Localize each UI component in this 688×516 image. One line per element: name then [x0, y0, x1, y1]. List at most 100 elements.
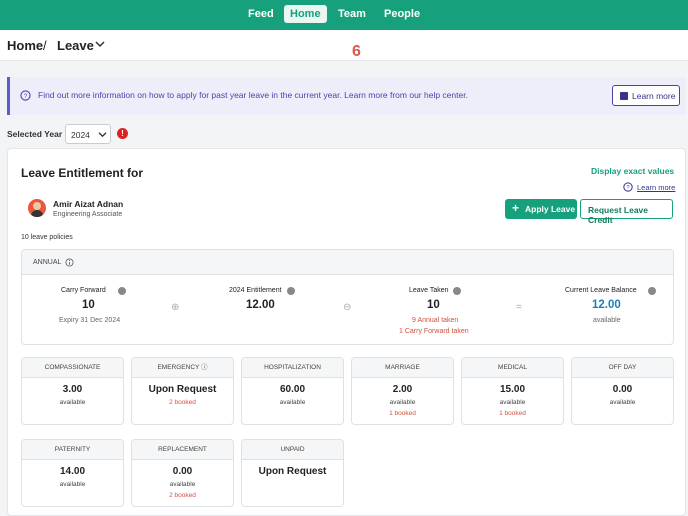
selected-year-label: Selected Year: [7, 129, 63, 139]
leave-card-booked: 2 booked: [169, 399, 196, 406]
apply-leave-button[interactable]: + Apply Leave: [505, 199, 577, 219]
year-select[interactable]: 2024: [65, 124, 111, 144]
request-leave-credit-button[interactable]: Request Leave Credit: [580, 199, 673, 225]
nav-item-home[interactable]: Home: [284, 5, 327, 23]
leave-card-available: available: [279, 399, 306, 406]
policy-count: 10 leave policies: [21, 234, 73, 241]
year-value: 2024: [71, 130, 90, 140]
leave-card-title: MARRIAGE: [352, 358, 453, 378]
info-icon[interactable]: [65, 258, 74, 267]
breadcrumb-home[interactable]: Home: [7, 38, 43, 53]
leave-card-value: 0.00: [172, 466, 193, 477]
leave-card-value: 60.00: [279, 384, 306, 395]
leave-card-compassionate[interactable]: COMPASSIONATE 3.00 available: [21, 357, 124, 425]
leave-card-value: 3.00: [62, 384, 83, 395]
leave-card-paternity[interactable]: PATERNITY 14.00 available: [21, 439, 124, 507]
leave-card-value: Upon Request: [148, 384, 217, 395]
help-circle-icon: ?: [20, 90, 31, 101]
leave-card-unpaid[interactable]: UNPAID Upon Request: [241, 439, 344, 507]
leave-card-value: 14.00: [59, 466, 86, 477]
book-icon: [620, 92, 628, 100]
nav-item-people[interactable]: People: [378, 5, 426, 23]
leave-card-available: available: [499, 399, 526, 406]
info-icon[interactable]: [287, 287, 295, 295]
carry-forward-taken-text: 1 Carry Forward taken: [399, 328, 469, 335]
nav-item-feed[interactable]: Feed: [242, 5, 280, 23]
entitlement-label: 2024 Entitlement: [229, 287, 282, 294]
info-icon[interactable]: [453, 287, 461, 295]
carry-forward-expiry: Expiry 31 Dec 2024: [59, 317, 121, 324]
breadcrumb-separator: /: [43, 38, 47, 53]
leave-taken-label: Leave Taken: [409, 287, 449, 294]
card-title: Leave Entitlement for: [21, 166, 144, 180]
leave-card-booked: 1 booked: [499, 410, 526, 417]
avatar: [28, 199, 46, 217]
leave-card-title: REPLACEMENT: [132, 440, 233, 460]
plus-icon: +: [512, 201, 520, 215]
employee-role: Engineering Associate: [53, 211, 123, 218]
carry-forward-label: Carry Forward: [61, 287, 106, 294]
leave-card-value: 2.00: [392, 384, 413, 395]
annual-leave-panel: ANNUAL Carry Forward 10 Expiry 31 Dec 20…: [21, 249, 674, 345]
leave-card-title: COMPASSIONATE: [22, 358, 123, 378]
current-balance-available: available: [593, 317, 621, 324]
info-icon[interactable]: [118, 287, 126, 295]
leave-card-value: Upon Request: [258, 466, 327, 477]
minus-operator-icon: ⊖: [343, 302, 352, 313]
leave-card-available: available: [609, 399, 636, 406]
leave-taken-value: 10: [427, 299, 440, 311]
nav-item-team[interactable]: Team: [332, 5, 372, 23]
leave-card-marriage[interactable]: MARRIAGE 2.00 available 1 booked: [351, 357, 454, 425]
leave-card-hospitalization[interactable]: HOSPITALIZATION 60.00 available: [241, 357, 344, 425]
leave-card-title: PATERNITY: [22, 440, 123, 460]
info-icon[interactable]: [648, 287, 656, 295]
leave-card-booked: 2 booked: [169, 492, 196, 499]
leave-card-available: available: [59, 399, 86, 406]
learn-more-label: Learn more: [632, 91, 676, 101]
learn-more-link[interactable]: Learn more: [637, 183, 675, 192]
learn-more-button[interactable]: Learn more: [612, 85, 680, 106]
leave-card-available: available: [169, 481, 196, 488]
leave-card-available: available: [389, 399, 416, 406]
info-banner: ? Find out more information on how to ap…: [7, 77, 686, 115]
leave-card-medical[interactable]: MEDICAL 15.00 available 1 booked: [461, 357, 564, 425]
svg-text:?: ?: [626, 185, 630, 191]
warning-icon: !: [117, 128, 128, 139]
leave-card-booked: 1 booked: [389, 410, 416, 417]
equals-operator-icon: =: [516, 302, 522, 313]
info-icon: ⓘ: [201, 364, 208, 371]
apply-leave-label: Apply Leave: [525, 204, 576, 214]
breadcrumb-current: Leave: [57, 38, 94, 53]
chevron-down-icon: [98, 132, 107, 138]
leave-card-title: UNPAID: [242, 440, 343, 460]
annual-title: ANNUAL: [33, 259, 62, 266]
leave-card-off-day[interactable]: OFF DAY 0.00 available: [571, 357, 674, 425]
leave-entitlement-card: Leave Entitlement for Display exact valu…: [7, 148, 686, 516]
leave-card-title: HOSPITALIZATION: [242, 358, 343, 378]
leave-card-title: EMERGENCY ⓘ: [132, 358, 233, 378]
leave-card-title-text: EMERGENCY: [157, 364, 200, 371]
display-exact-values-link[interactable]: Display exact values: [591, 166, 674, 176]
annotation-marker: 6: [352, 43, 361, 60]
top-nav: Feed Home Team People: [0, 0, 688, 30]
plus-operator-icon: ⊕: [171, 302, 180, 313]
annual-taken-text: 9 Annual taken: [412, 317, 459, 324]
leave-card-title: OFF DAY: [572, 358, 673, 378]
leave-card-replacement[interactable]: REPLACEMENT 0.00 available 2 booked: [131, 439, 234, 507]
help-circle-icon: ?: [623, 182, 633, 192]
carry-forward-value: 10: [82, 299, 95, 311]
chevron-down-icon[interactable]: [95, 40, 105, 48]
leave-card-value: 0.00: [612, 384, 633, 395]
current-balance-value: 12.00: [592, 299, 621, 311]
entitlement-value: 12.00: [246, 299, 275, 311]
leave-card-value: 15.00: [499, 384, 526, 395]
leave-card-emergency[interactable]: EMERGENCY ⓘ Upon Request 2 booked: [131, 357, 234, 425]
employee-name: Amir Aizat Adnan: [53, 199, 124, 209]
current-balance-label: Current Leave Balance: [565, 287, 637, 294]
request-leave-credit-label: Request Leave Credit: [588, 205, 648, 225]
annual-header: ANNUAL: [22, 250, 673, 275]
leave-card-available: available: [59, 481, 86, 488]
svg-text:?: ?: [24, 93, 28, 100]
breadcrumb: Home / Leave: [0, 30, 688, 61]
leave-card-title: MEDICAL: [462, 358, 563, 378]
